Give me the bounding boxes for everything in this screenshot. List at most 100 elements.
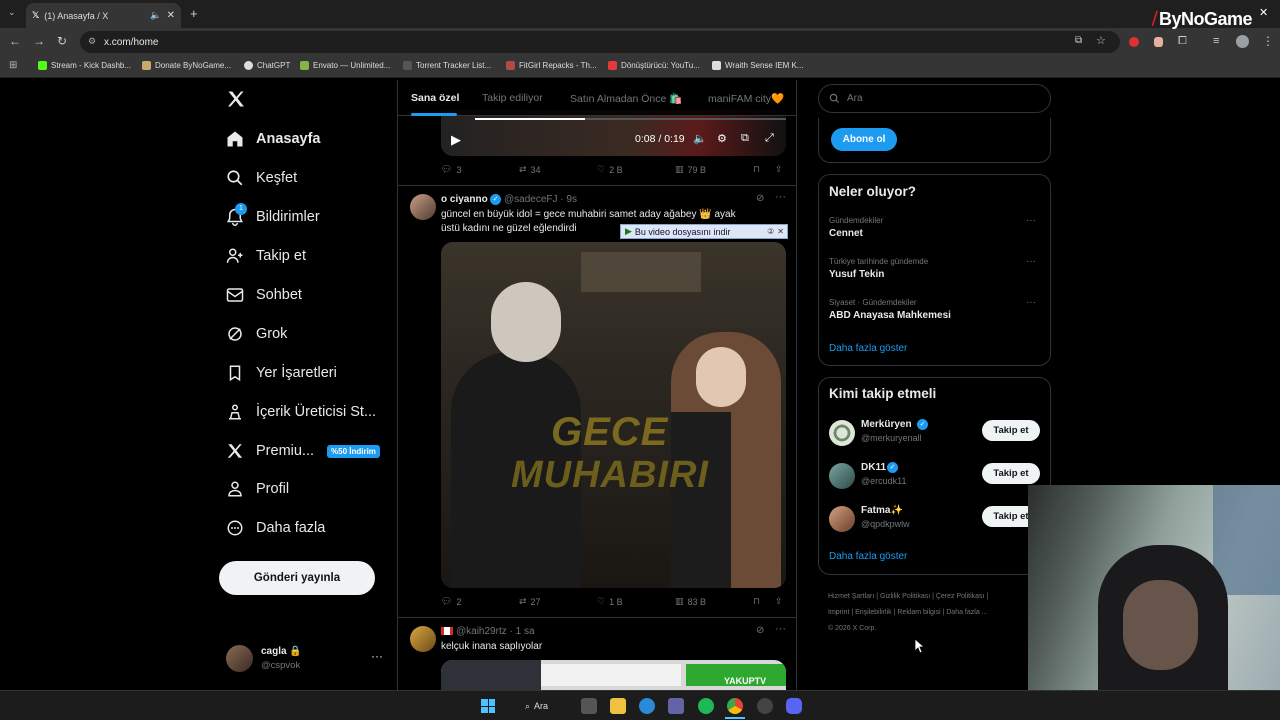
bookmark-item[interactable]: Envato — Unlimited... (300, 61, 390, 70)
nav-item-follow[interactable]: Takip et (226, 247, 306, 265)
bookmark-item[interactable]: FitGirl Repacks - Th... (506, 61, 597, 70)
views-button[interactable]: ▥ 83 B (675, 596, 706, 607)
search-input[interactable]: Ara (818, 84, 1051, 113)
nav-item-grok[interactable]: Grok (226, 325, 287, 343)
nav-item-home[interactable]: Anasayfa (226, 130, 320, 148)
apps-grid-icon[interactable]: ⊞ (9, 60, 17, 71)
views-button[interactable]: ▥ 79 B (675, 164, 706, 175)
tab-list[interactable]: maniFAM city🧡 (708, 92, 784, 105)
forward-icon[interactable]: → (33, 34, 45, 48)
bookmark-icon[interactable]: ⊓ (753, 596, 760, 607)
account-switcher[interactable]: cagla 🔒 @cspvok ··· (226, 645, 386, 675)
follow-button[interactable]: Takip et (982, 463, 1040, 484)
bookmark-item[interactable]: Torrent Tracker List... (403, 61, 491, 70)
spotify-icon[interactable] (698, 698, 714, 714)
steam-icon[interactable] (757, 698, 773, 714)
reload-icon[interactable]: ↻ (57, 34, 67, 48)
browser-tab[interactable]: 𝕏 (1) Anasayfa / X 🔈 ✕ (26, 3, 181, 28)
teams-icon[interactable] (668, 698, 684, 714)
tweet-media[interactable]: YAKUPTV (441, 660, 786, 690)
tab-search-icon[interactable]: ⌄ (8, 7, 16, 18)
trend-item[interactable]: Gündemdekiler Cennet (829, 216, 1039, 239)
x-logo-icon[interactable] (226, 89, 246, 114)
grok-explain-icon[interactable]: ⊘ (756, 193, 764, 204)
nav-item-messages[interactable]: Sohbet (226, 286, 302, 304)
tweet-author-name[interactable]: o ciyanno (441, 194, 488, 205)
nav-item-bookmarks[interactable]: Yer İşaretleri (226, 364, 337, 382)
chrome-icon[interactable] (727, 698, 743, 714)
nav-item-profile[interactable]: Profil (226, 480, 289, 498)
download-video-bar[interactable]: ▶ Bu video dosyasını indir ② ✕ (620, 224, 788, 239)
tweet-more-icon[interactable]: ··· (775, 623, 786, 635)
bookmark-item[interactable]: ChatGPT (244, 61, 290, 70)
taskbar-search[interactable]: ⌕ Ara (518, 698, 564, 714)
follow-suggestion[interactable]: Merküryen ✓ @merkuryenall (829, 418, 979, 448)
bookmark-item[interactable]: Wraith Sense IEM K... (712, 61, 804, 70)
tab-list[interactable]: Satın Almadan Önce 🛍️ (570, 92, 682, 105)
repost-button[interactable]: ⇄ 27 (519, 596, 541, 607)
nav-item-more[interactable]: Daha fazla (226, 519, 325, 537)
download-close-icon[interactable]: ✕ (777, 227, 787, 236)
trend-item[interactable]: Türkiye tarihinde gündemde Yusuf Tekin (829, 257, 1039, 280)
pip-icon[interactable]: ⧉ (741, 132, 749, 145)
window-close-icon[interactable]: ✕ (1259, 6, 1268, 19)
nav-item-explore[interactable]: Keşfet (226, 169, 297, 187)
tweet-handle[interactable]: @sadeceFJ · 9s (504, 194, 577, 205)
like-button[interactable]: ♡ 1 B (597, 596, 623, 607)
play-icon[interactable]: ▶ (451, 132, 461, 148)
bookmark-item[interactable]: Donate ByNoGame... (142, 61, 231, 70)
avatar[interactable] (410, 194, 436, 220)
who-show-more-link[interactable]: Daha fazla göster (829, 551, 907, 562)
post-button[interactable]: Gönderi yayınla (219, 561, 375, 595)
footer-line[interactable]: Imprint | Erişilebilirlik | Reklam bilgi… (828, 605, 1033, 621)
new-tab-icon[interactable]: + (190, 6, 198, 21)
tweet[interactable]: @kaih29rtz · 1 sa ⊘ ··· kelçuk inana sap… (398, 618, 796, 690)
tweet-handle[interactable]: @kaih29rtz · 1 sa (456, 626, 535, 637)
tab-for-you[interactable]: Sana özel (411, 92, 459, 104)
tweet-more-icon[interactable]: ··· (775, 191, 786, 203)
tab-close-icon[interactable]: ✕ (167, 10, 175, 21)
follow-suggestion[interactable]: Fatma✨ @qpdkpwlw (829, 504, 979, 534)
share-icon[interactable]: ⇪ (775, 164, 783, 175)
back-icon[interactable]: ← (9, 34, 21, 48)
trend-more-icon[interactable]: ··· (1026, 297, 1036, 308)
trend-item[interactable]: Siyaset · Gündemdekiler ABD Anayasa Mahk… (829, 298, 1039, 321)
nav-item-premium[interactable]: Premiu... %50 İndirim (226, 442, 380, 460)
task-view-icon[interactable] (581, 698, 597, 714)
follow-suggestion[interactable]: DK11 ✓ @ercudk11 (829, 461, 979, 491)
extension-icon[interactable] (1154, 37, 1163, 47)
tweet[interactable]: o ciyanno ✓ @sadeceFJ · 9s ⊘ ··· güncel … (398, 186, 796, 618)
fullscreen-icon[interactable]: ⤢ (765, 132, 774, 145)
profile-avatar-icon[interactable] (1236, 35, 1249, 48)
subscribe-button[interactable]: Abone ol (831, 128, 897, 151)
nav-item-creator-studio[interactable]: İçerik Üreticisi St... (226, 403, 376, 421)
tab-following[interactable]: Takip ediliyor (482, 92, 543, 104)
reply-button[interactable]: 💬︎ 3 (441, 164, 461, 175)
edge-icon[interactable] (639, 698, 655, 714)
trend-more-icon[interactable]: ··· (1026, 256, 1036, 267)
trends-show-more-link[interactable]: Daha fazla göster (829, 343, 907, 354)
follow-button[interactable]: Takip et (982, 420, 1040, 441)
tweet-video[interactable]: GECE MUHABIRI (441, 242, 786, 588)
address-bar[interactable]: ⚙ x.com/home ⧉ ☆ (80, 31, 1120, 53)
grok-explain-icon[interactable]: ⊘ (756, 625, 764, 636)
volume-icon[interactable]: 🔈 (693, 132, 707, 145)
nav-item-notifications[interactable]: 1 Bildirimler (226, 203, 320, 226)
bookmark-item[interactable]: Dönüştürücü: YouTu... (608, 61, 700, 70)
extensions-puzzle-icon[interactable]: ⧠ (1178, 35, 1187, 48)
video-player[interactable]: ▶ 0:08 / 0:19 🔈 ⚙ ⧉ ⤢ (441, 110, 786, 156)
reply-button[interactable]: 💬︎ 2 (441, 596, 461, 607)
discord-icon[interactable] (786, 698, 802, 714)
browser-menu-icon[interactable]: ⋮ (1262, 34, 1274, 48)
settings-icon[interactable]: ⚙ (717, 132, 727, 145)
trend-more-icon[interactable]: ··· (1026, 215, 1036, 226)
share-icon[interactable]: ⇪ (775, 596, 783, 607)
media-control-icon[interactable]: ≡ (1213, 35, 1219, 47)
windows-start-icon[interactable] (481, 699, 495, 713)
bookmark-icon[interactable]: ⊓ (753, 164, 760, 175)
like-button[interactable]: ♡ 2 B (597, 164, 623, 175)
audio-icon[interactable]: 🔈 (150, 10, 161, 21)
repost-button[interactable]: ⇄ 34 (519, 164, 541, 175)
account-more-icon[interactable]: ··· (371, 649, 383, 663)
install-icon[interactable]: ⧉ (1075, 35, 1082, 46)
